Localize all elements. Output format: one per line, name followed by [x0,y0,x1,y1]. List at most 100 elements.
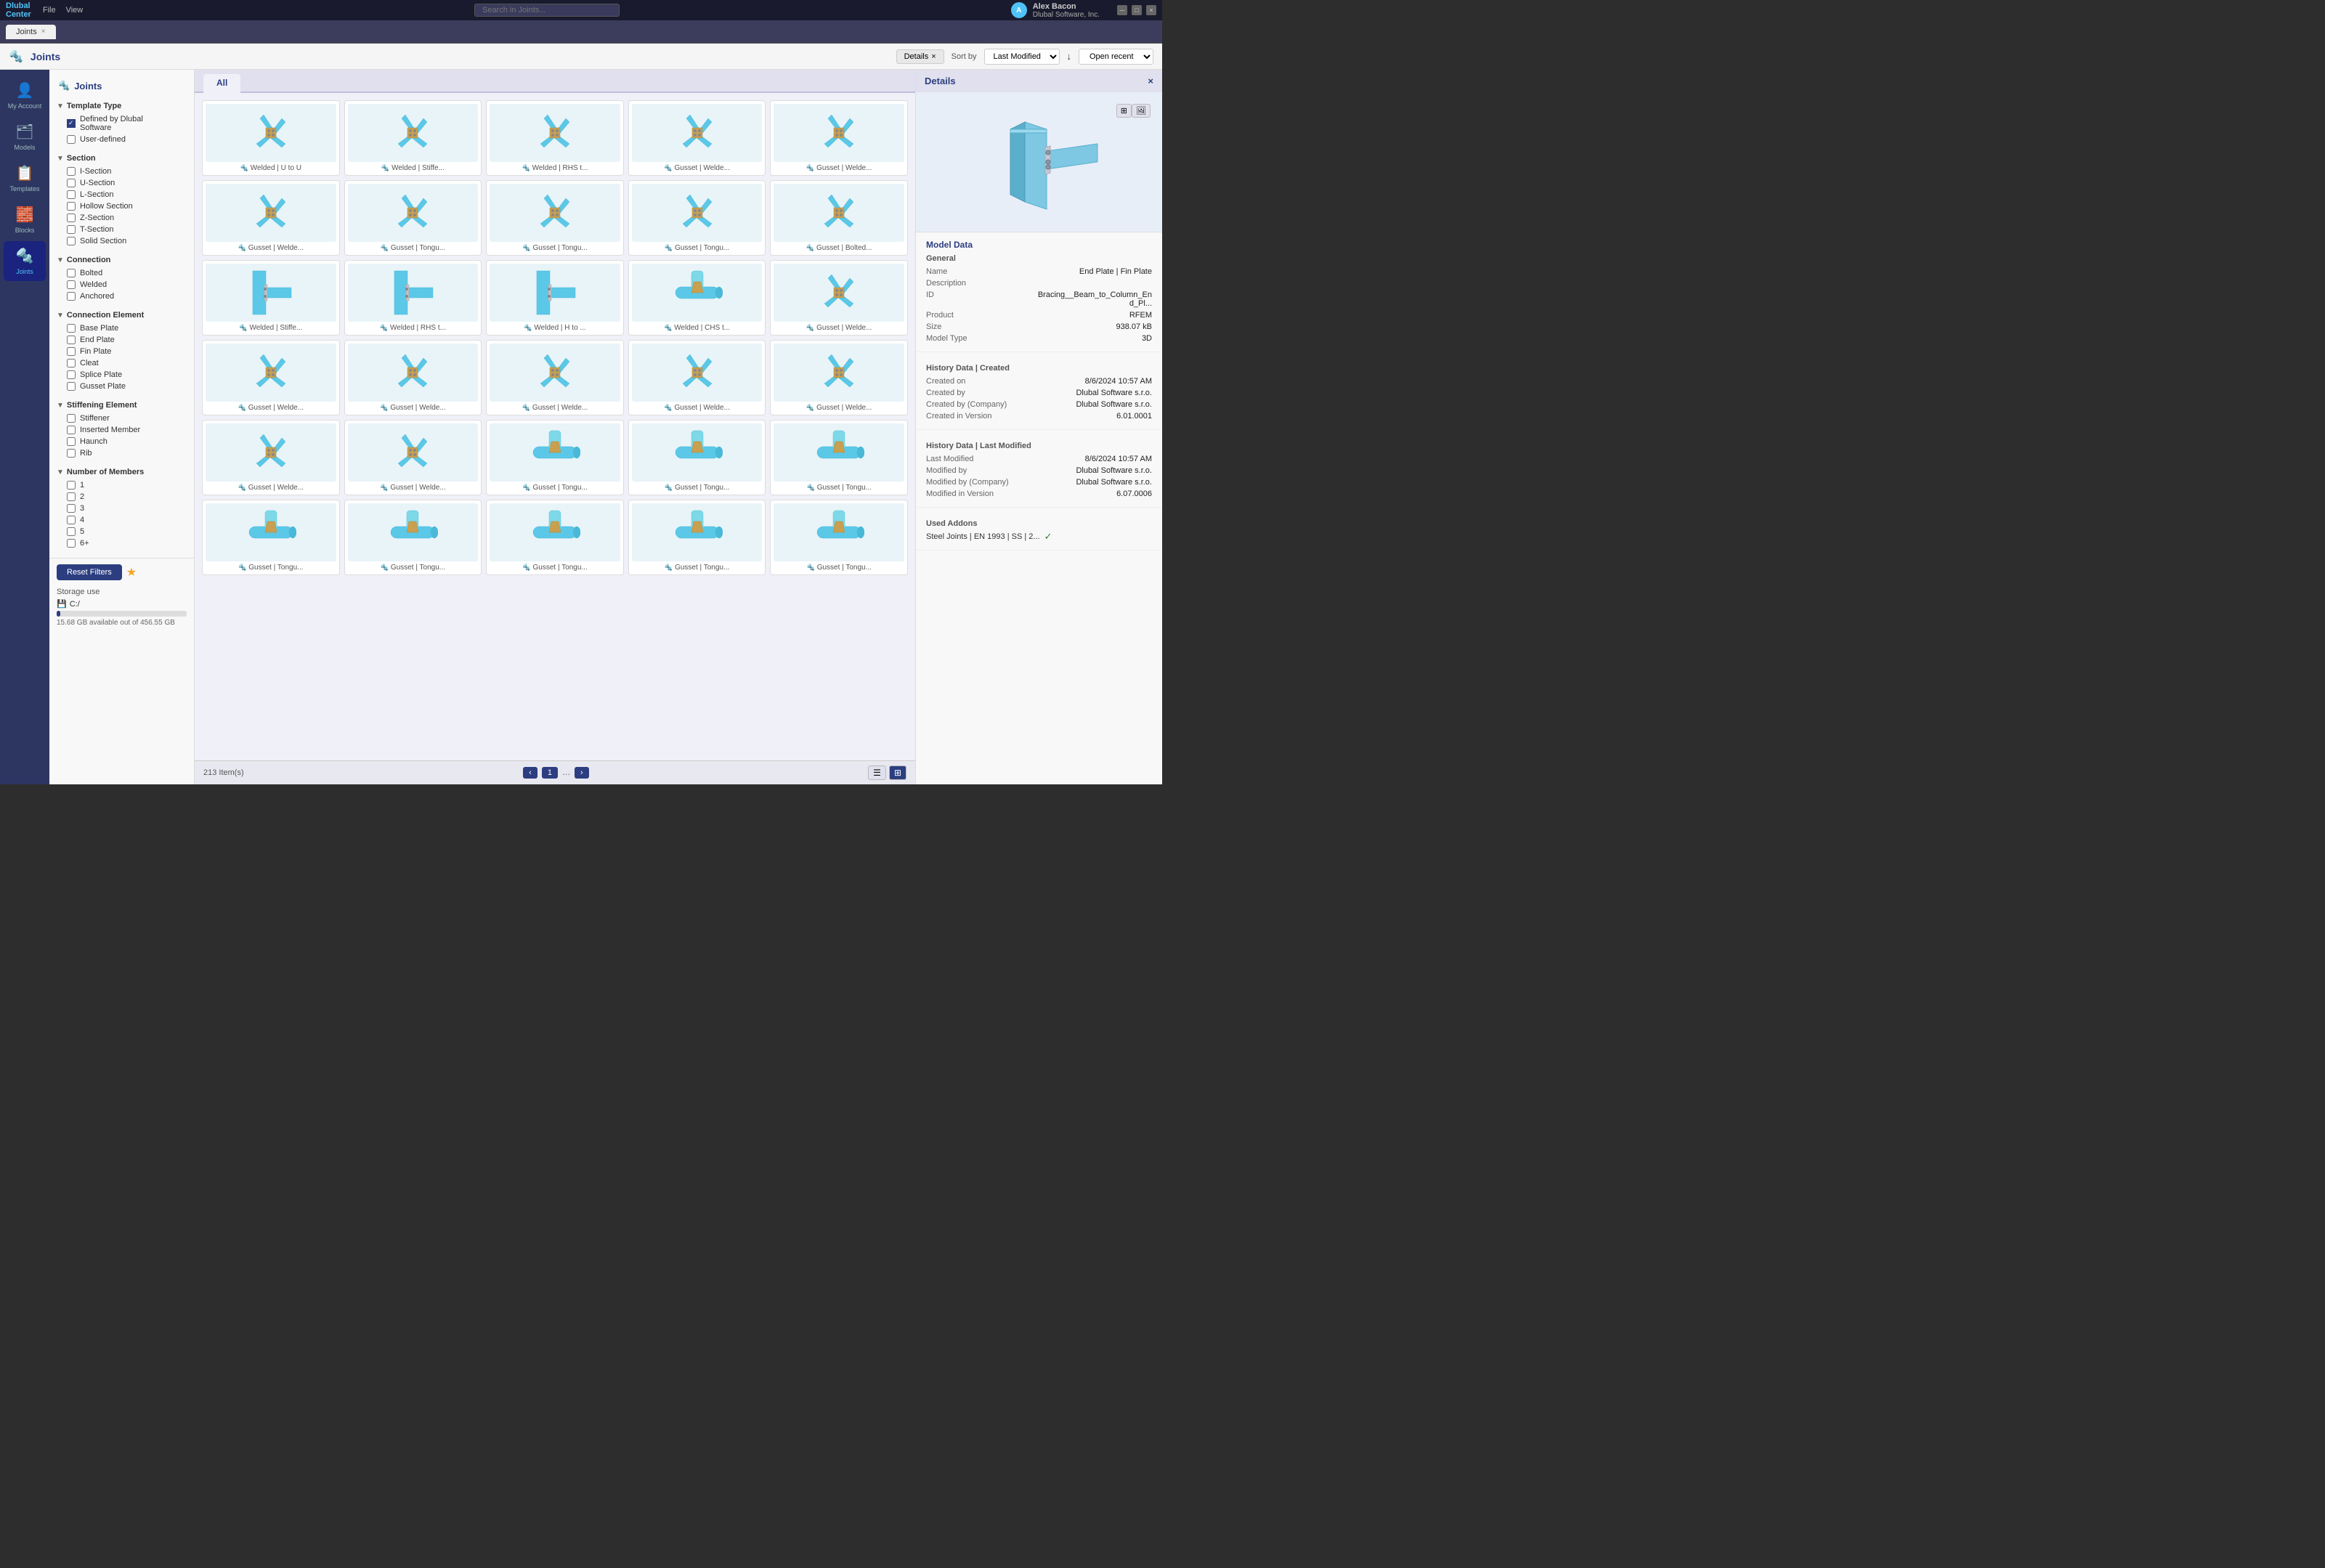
filter-item-rib[interactable]: Rib [49,447,194,459]
filter-item-stiffener[interactable]: Stiffener [49,413,194,424]
filter-item-gusset-plate[interactable]: Gusset Plate [49,381,194,392]
filter-item-3[interactable]: 3 [49,503,194,514]
list-item[interactable]: 🔩 Gusset | Welde... [202,180,340,256]
list-item[interactable]: 🔩 Gusset | Tongu... [770,500,908,575]
list-item[interactable]: 🔩 Gusset | Welde... [486,340,624,415]
nav-item-models[interactable]: 🗂 Models [4,117,46,157]
list-view-button[interactable]: ☰ [868,765,886,780]
list-item[interactable]: 🔩 Gusset | Tongu... [628,500,766,575]
prev-page-button[interactable]: ‹ [523,767,537,779]
checkbox-splice-plate[interactable] [67,370,76,379]
list-item[interactable]: 🔩 Gusset | Welde... [770,260,908,336]
list-item[interactable]: 🔩 Gusset | Tongu... [344,180,482,256]
checkbox-gusset-plate[interactable] [67,382,76,391]
preview-2d-button[interactable]: ⊞ [1116,104,1132,118]
close-button[interactable]: × [1146,5,1156,15]
filter-group-connection-header[interactable]: ▼ Connection [49,253,194,267]
filter-item-t-section[interactable]: T-Section [49,224,194,235]
filter-item-anchored[interactable]: Anchored [49,291,194,302]
filter-item-l-section[interactable]: L-Section [49,189,194,200]
filter-item-user-defined[interactable]: User-defined [49,134,194,145]
nav-item-templates[interactable]: 📋 Templates [4,158,46,198]
minimize-button[interactable]: ─ [1117,5,1127,15]
checkbox-1[interactable] [67,481,76,490]
list-item[interactable]: 🔩 Gusset | Welde... [770,100,908,176]
filter-item-bolted[interactable]: Bolted [49,267,194,279]
filter-item-haunch[interactable]: Haunch [49,436,194,447]
checkbox-i-section[interactable] [67,167,76,176]
checkbox-5[interactable] [67,527,76,536]
list-item[interactable]: 🔩 Welded | Stiffe... [202,260,340,336]
filter-item-fin-plate[interactable]: Fin Plate [49,346,194,357]
checkbox-solid-section[interactable] [67,237,76,245]
checkbox-t-section[interactable] [67,225,76,234]
filter-item-solid-section[interactable]: Solid Section [49,235,194,247]
checkbox-anchored[interactable] [67,292,76,301]
list-item[interactable]: 🔩 Gusset | Tongu... [628,180,766,256]
filter-item-cleat[interactable]: Cleat [49,357,194,369]
nav-item-my-account[interactable]: 👤 My Account [4,76,46,115]
filter-item-u-section[interactable]: U-Section [49,177,194,189]
checkbox-fin-plate[interactable] [67,347,76,356]
checkbox-defined-by-dlubal[interactable] [67,119,76,128]
sort-direction-icon[interactable]: ↓ [1067,51,1072,62]
list-item[interactable]: 🔩 Gusset | Tongu... [486,420,624,495]
tab-all[interactable]: All [203,74,240,93]
list-item[interactable]: 🔩 Gusset | Welde... [628,100,766,176]
nav-item-joints[interactable]: 🔩 Joints [4,241,46,281]
checkbox-user-defined[interactable] [67,135,76,144]
filter-group-stiffening-header[interactable]: ▼ Stiffening Element [49,398,194,413]
filter-item-4[interactable]: 4 [49,514,194,526]
checkbox-base-plate[interactable] [67,324,76,333]
grid-view-button[interactable]: ⊞ [889,765,906,780]
list-item[interactable]: 🔩 Gusset | Welde... [202,340,340,415]
checkbox-rib[interactable] [67,449,76,458]
checkbox-end-plate[interactable] [67,336,76,344]
tab-close-button[interactable]: × [41,28,46,36]
checkbox-z-section[interactable] [67,214,76,222]
filter-item-inserted-member[interactable]: Inserted Member [49,424,194,436]
nav-item-blocks[interactable]: 🧱 Blocks [4,200,46,240]
list-item[interactable]: 🔩 Welded | U to U [202,100,340,176]
list-item[interactable]: 🔩 Welded | Stiffe... [344,100,482,176]
filter-item-splice-plate[interactable]: Splice Plate [49,369,194,381]
menu-view[interactable]: View [66,6,84,15]
menu-file[interactable]: File [43,6,56,15]
list-item[interactable]: 🔩 Gusset | Welde... [344,340,482,415]
checkbox-6plus[interactable] [67,539,76,548]
list-item[interactable]: 🔩 Welded | RHS t... [344,260,482,336]
checkbox-bolted[interactable] [67,269,76,277]
checkbox-inserted-member[interactable] [67,426,76,434]
filter-item-welded[interactable]: Welded [49,279,194,291]
checkbox-3[interactable] [67,504,76,513]
details-button[interactable]: Details × [896,49,944,64]
filter-group-connection-element-header[interactable]: ▼ Connection Element [49,308,194,322]
open-recent-select[interactable]: Open recent [1079,49,1153,65]
list-item[interactable]: 🔩 Gusset | Welde... [770,340,908,415]
filter-group-template-type-header[interactable]: ▼ Template Type [49,99,194,113]
list-item[interactable]: 🔩 Welded | H to ... [486,260,624,336]
joints-tab[interactable]: Joints × [6,25,56,39]
list-item[interactable]: 🔩 Gusset | Tongu... [770,420,908,495]
filter-item-i-section[interactable]: I-Section [49,166,194,177]
filter-item-base-plate[interactable]: Base Plate [49,322,194,334]
list-item[interactable]: 🔩 Gusset | Welde... [344,420,482,495]
filter-item-5[interactable]: 5 [49,526,194,537]
filter-item-hollow-section[interactable]: Hollow Section [49,200,194,212]
sort-select[interactable]: Last Modified [984,49,1060,65]
list-item[interactable]: 🔩 Gusset | Tongu... [628,420,766,495]
content-grid-area[interactable]: 🔩 Welded | U to U 🔩 Welded | Stiffe... [195,93,915,760]
list-item[interactable]: 🔩 Welded | RHS t... [486,100,624,176]
filter-item-z-section[interactable]: Z-Section [49,212,194,224]
preview-3d-button[interactable]: 🖼 [1132,104,1151,118]
list-item[interactable]: 🔩 Welded | CHS t... [628,260,766,336]
filter-item-end-plate[interactable]: End Plate [49,334,194,346]
filter-item-defined-by-dlubal[interactable]: Defined by Dlubal Software [49,113,194,134]
checkbox-hollow-section[interactable] [67,202,76,211]
checkbox-2[interactable] [67,492,76,501]
filter-group-members-header[interactable]: ▼ Number of Members [49,465,194,479]
list-item[interactable]: 🔩 Gusset | Tongu... [486,500,624,575]
checkbox-welded[interactable] [67,280,76,289]
checkbox-stiffener[interactable] [67,414,76,423]
reset-filters-button[interactable]: Reset Filters [57,564,122,580]
